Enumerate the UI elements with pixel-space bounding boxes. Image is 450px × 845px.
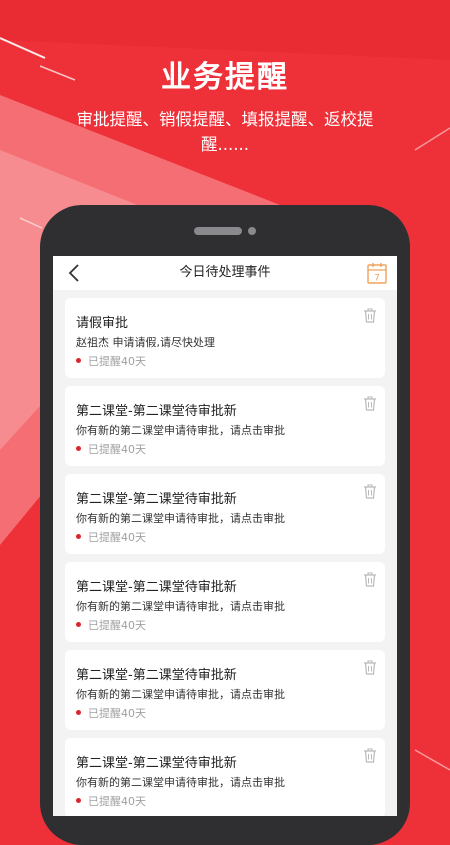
event-status: 已提醒40天 [88,795,146,808]
trash-icon[interactable] [363,660,377,675]
event-card[interactable]: 第二课堂-第二课堂待审批新 你有新的第二课堂申请待审批，请点击审批 已提醒40天 [65,738,385,816]
event-description: 你有新的第二课堂申请待审批，请点击审批 [76,512,285,525]
event-status: 已提醒40天 [88,531,146,544]
status-dot [76,710,81,715]
event-status: 已提醒40天 [88,443,146,456]
calendar-icon[interactable]: 7 [367,261,387,285]
status-dot [76,534,81,539]
event-title: 第二课堂-第二课堂待审批新 [76,756,237,771]
event-status: 已提醒40天 [88,619,146,632]
event-card[interactable]: 第二课堂-第二课堂待审批新 你有新的第二课堂申请待审批，请点击审批 已提醒40天 [65,386,385,466]
phone-screen: 今日待处理事件 7 请假审批 赵祖杰 申请请假,请尽快处理 已提醒40天 第二课… [53,256,397,816]
event-list: 请假审批 赵祖杰 申请请假,请尽快处理 已提醒40天 第二课堂-第二课堂待审批新… [65,298,385,816]
event-card[interactable]: 第二课堂-第二课堂待审批新 你有新的第二课堂申请待审批，请点击审批 已提醒40天 [65,474,385,554]
event-title: 第二课堂-第二课堂待审批新 [76,580,237,595]
trash-icon[interactable] [363,572,377,587]
event-card[interactable]: 第二课堂-第二课堂待审批新 你有新的第二课堂申请待审批，请点击审批 已提醒40天 [65,562,385,642]
event-description: 你有新的第二课堂申请待审批，请点击审批 [76,776,285,789]
trash-icon[interactable] [363,484,377,499]
nav-bar: 今日待处理事件 7 [53,256,397,290]
calendar-day: 7 [374,274,380,284]
promo-subtitle: 审批提醒、销假提醒、填报提醒、返校提醒...... [76,110,374,154]
event-title: 请假审批 [76,316,129,331]
event-title: 第二课堂-第二课堂待审批新 [76,404,237,419]
event-description: 你有新的第二课堂申请待审批，请点击审批 [76,424,285,437]
status-dot [76,358,81,363]
phone-speaker [194,227,242,235]
trash-icon[interactable] [363,396,377,411]
event-description: 赵祖杰 申请请假,请尽快处理 [76,336,215,349]
trash-icon[interactable] [363,308,377,323]
event-title: 第二课堂-第二课堂待审批新 [76,668,237,683]
event-description: 你有新的第二课堂申请待审批，请点击审批 [76,688,285,701]
page-title: 今日待处理事件 [179,265,271,280]
phone-camera [248,227,256,235]
event-card[interactable]: 请假审批 赵祖杰 申请请假,请尽快处理 已提醒40天 [65,298,385,378]
event-card[interactable]: 第二课堂-第二课堂待审批新 你有新的第二课堂申请待审批，请点击审批 已提醒40天 [65,650,385,730]
event-status: 已提醒40天 [88,707,146,720]
event-status: 已提醒40天 [88,355,146,368]
event-description: 你有新的第二课堂申请待审批，请点击审批 [76,600,285,613]
trash-icon[interactable] [363,748,377,763]
status-dot [76,798,81,803]
event-title: 第二课堂-第二课堂待审批新 [76,492,237,507]
promo-title: 业务提醒 [161,60,289,95]
status-dot [76,622,81,627]
status-dot [76,446,81,451]
